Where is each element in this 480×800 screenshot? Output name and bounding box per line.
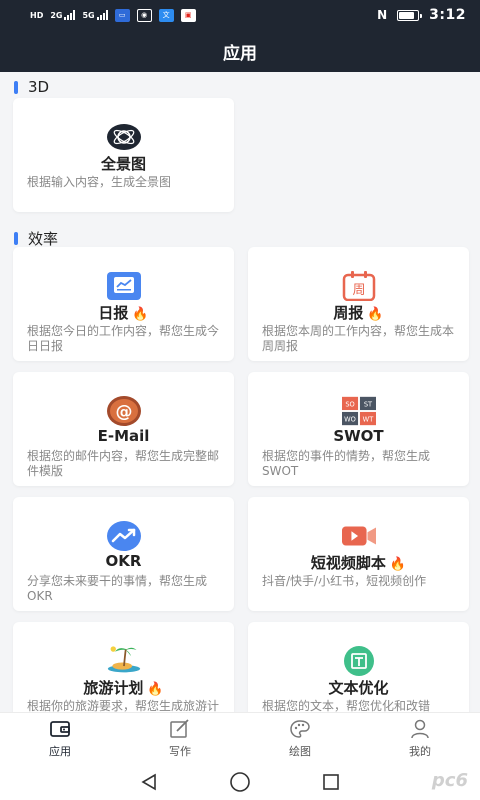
card-title: 周报 🔥	[333, 304, 384, 322]
card-swot[interactable]: SO ST WO WT SWOT 根据您的事件的情势，帮您生成 SWOT	[248, 372, 469, 486]
user-icon	[411, 719, 429, 738]
palette-icon	[290, 719, 310, 738]
section-accent-bar	[14, 232, 18, 245]
card-title: SWOT	[333, 427, 384, 445]
card-app-icon: ▭	[114, 8, 130, 22]
wallet-icon	[50, 720, 70, 737]
nfc-icon: N	[377, 8, 388, 22]
text-optimize-icon	[342, 646, 376, 676]
network-2g-label: 2G	[50, 11, 63, 20]
back-triangle-icon[interactable]	[139, 772, 159, 792]
translate-app-icon: 文	[158, 8, 174, 22]
signal-icon	[96, 10, 108, 20]
card-description: 根据您的事件的情势，帮您生成 SWOT	[262, 449, 431, 478]
hot-icon: 🔥	[367, 307, 384, 322]
travel-icon	[107, 642, 141, 674]
edit-icon	[170, 718, 189, 738]
card-text-optimize[interactable]: 文本优化 根据您的文本，帮您优化和改错	[248, 622, 469, 712]
card-description: 根据您的文本，帮您优化和改错	[262, 699, 431, 712]
nav-item-apps[interactable]: 应用	[0, 713, 120, 764]
svg-text:WO: WO	[344, 415, 356, 423]
card-title: 文本优化	[328, 679, 389, 697]
battery-icon	[397, 9, 423, 21]
section-accent-bar	[14, 80, 18, 94]
card-description: 根据你的旅游要求，帮您生成旅游计划	[27, 699, 220, 712]
nav-label: 我的	[409, 744, 431, 758]
nav-label: 应用	[49, 744, 71, 758]
system-nav-bar	[0, 764, 480, 800]
card-description: 根据您今日的工作内容，帮您生成今日日报	[27, 324, 220, 353]
card-title: 短视频脚本 🔥	[310, 554, 407, 572]
card-title: OKR	[105, 552, 142, 570]
video-script-icon	[341, 522, 376, 550]
app-header: 应用	[0, 30, 480, 72]
svg-text:@: @	[115, 402, 132, 422]
card-description: 根据您的邮件内容，帮您生成完整邮件模版	[27, 449, 220, 478]
email-icon: @	[106, 396, 141, 426]
section-header-efficiency: 效率	[14, 228, 58, 249]
card-description: 根据输入内容，生成全景图	[27, 175, 172, 189]
recents-square-icon[interactable]	[321, 772, 341, 792]
okr-icon	[106, 521, 141, 551]
card-email[interactable]: @ E-Mail 根据您的邮件内容，帮您生成完整邮件模版	[13, 372, 234, 486]
card-weekly-report[interactable]: 周 周报 🔥 根据您本周的工作内容，帮您生成本周周报	[248, 247, 469, 361]
app-list[interactable]: 3D 全景图 根据输入内容，生成全景图 效率 日报 🔥 根据您今日的工作内容，帮…	[0, 72, 480, 712]
daily-report-icon	[106, 272, 141, 300]
network-5g-label: 5G	[82, 11, 95, 20]
weekly-report-icon: 周	[342, 271, 376, 301]
nav-label: 写作	[169, 744, 191, 758]
hot-icon: 🔥	[389, 557, 407, 572]
hd-indicator: HD	[30, 10, 44, 20]
card-okr[interactable]: OKR 分享您未来要干的事情，帮您生成 OKR	[13, 497, 234, 611]
card-daily-report[interactable]: 日报 🔥 根据您今日的工作内容，帮您生成今日日报	[13, 247, 234, 361]
nav-item-drawing[interactable]: 绘图	[240, 713, 360, 764]
card-description: 抖音/快手/小红书，短视频创作	[262, 574, 427, 588]
card-video-script[interactable]: 短视频脚本 🔥 抖音/快手/小红书，短视频创作	[248, 497, 469, 611]
swot-icon: SO ST WO WT	[341, 396, 376, 426]
svg-text:ST: ST	[363, 400, 372, 408]
card-title: 全景图	[100, 155, 146, 173]
nav-label: 绘图	[289, 744, 311, 758]
svg-text:WT: WT	[362, 415, 374, 423]
card-travel-plan[interactable]: 旅游计划🔥 根据你的旅游要求，帮您生成旅游计划	[13, 622, 234, 712]
home-circle-icon[interactable]	[229, 771, 251, 793]
card-title: 日报 🔥	[98, 304, 149, 322]
sphere-icon	[106, 123, 141, 151]
signal-icon	[64, 10, 76, 20]
section-title: 3D	[28, 78, 50, 96]
eye-app-icon: ◉	[136, 8, 152, 22]
card-description: 根据您本周的工作内容，帮您生成本周周报	[262, 324, 455, 353]
svg-text:SO: SO	[345, 400, 354, 408]
hot-icon: 🔥	[147, 682, 164, 697]
nav-item-writing[interactable]: 写作	[120, 713, 240, 764]
status-bar: HD 2G 5G ▭ ◉ 文 ▣ N 3:12	[0, 0, 480, 30]
shop-app-icon: ▣	[180, 8, 196, 22]
card-title: E-Mail	[97, 427, 150, 445]
bottom-nav: 应用 写作 绘图 我的	[0, 712, 480, 764]
section-header-3d: 3D	[14, 78, 49, 96]
page-title: 应用	[223, 43, 257, 64]
card-description: 分享您未来要干的事情，帮您生成 OKR	[27, 574, 208, 603]
nav-item-profile[interactable]: 我的	[360, 713, 480, 764]
card-title: 旅游计划 🔥	[83, 679, 164, 697]
card-panorama[interactable]: 全景图 根据输入内容，生成全景图	[13, 98, 234, 212]
section-title: 效率	[28, 230, 59, 248]
hot-icon: 🔥	[132, 307, 149, 322]
clock: 3:12	[429, 7, 466, 23]
weekly-icon-char: 周	[352, 283, 365, 298]
watermark: pc6	[431, 770, 468, 791]
